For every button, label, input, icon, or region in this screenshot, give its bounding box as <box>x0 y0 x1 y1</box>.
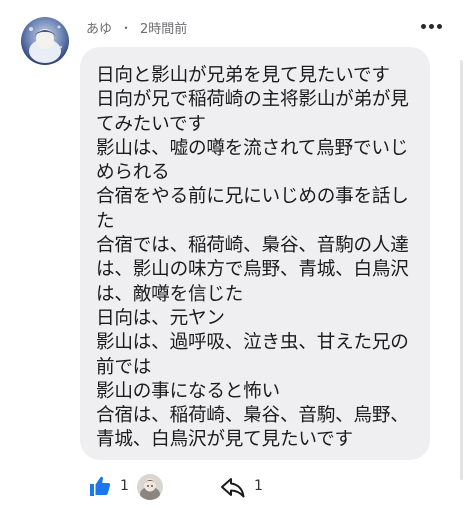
more-options-icon[interactable] <box>418 14 444 38</box>
comment-line: 青城、白鳥沢が見て見たいです <box>96 429 353 451</box>
comment-line: 日向は、元ヤン <box>96 307 225 329</box>
scrollbar[interactable] <box>460 60 463 480</box>
author-name[interactable]: あゆ <box>86 18 112 37</box>
comment-line: 日向と影山が兄弟を見て見たいです <box>96 65 390 86</box>
comment-line: められる <box>96 162 170 184</box>
comment-line: 前では <box>96 356 152 378</box>
thumbs-up-icon[interactable] <box>88 474 112 498</box>
meta-separator: ・ <box>120 20 133 35</box>
comment-line: てみたいです <box>96 113 206 135</box>
like-count: 1 <box>120 478 129 494</box>
comment-line: は、敵噂を信じた <box>96 283 244 305</box>
comment-bubble: 日向と影山が兄弟を見て見たいです 日向が兄で稲荷崎の主将影山が弟が見 てみたいで… <box>80 47 430 460</box>
comment-meta: あゆ ・ 2時間前 <box>86 18 188 37</box>
avatar[interactable] <box>21 17 69 65</box>
comment-actions: 1 1 <box>0 472 467 502</box>
comment-line: は、影山の味方で烏野、青城、白鳥沢 <box>96 259 409 281</box>
comment-line: 日向が兄で稲荷崎の主将影山が弟が見 <box>96 89 409 111</box>
timestamp: 2時間前 <box>140 21 188 37</box>
share-count: 1 <box>254 478 263 494</box>
comment-line: 合宿では、稲荷崎、梟谷、音駒の人達 <box>96 235 409 257</box>
comment-line: 影山は、嘘の噂を流されて烏野でいじ <box>96 137 409 159</box>
comment-line: 影山の事になると怖い <box>96 380 280 402</box>
comment-line: 影山は、過呼吸、泣き虫、甘えた兄の <box>96 332 409 354</box>
avatar-image <box>21 17 69 65</box>
comment-line: 合宿をやる前に兄にいじめの事を話し <box>96 186 409 208</box>
share-arrow-icon[interactable] <box>220 475 246 499</box>
comment-line: た <box>96 210 115 232</box>
comment-card: あゆ ・ 2時間前 日向と影山が兄弟を見て見たいです 日向が兄で稲荷崎の主将影山… <box>0 0 467 512</box>
liker-avatar[interactable] <box>137 474 163 500</box>
comment-line: 合宿は、稲荷崎、梟谷、音駒、烏野、 <box>96 405 409 427</box>
